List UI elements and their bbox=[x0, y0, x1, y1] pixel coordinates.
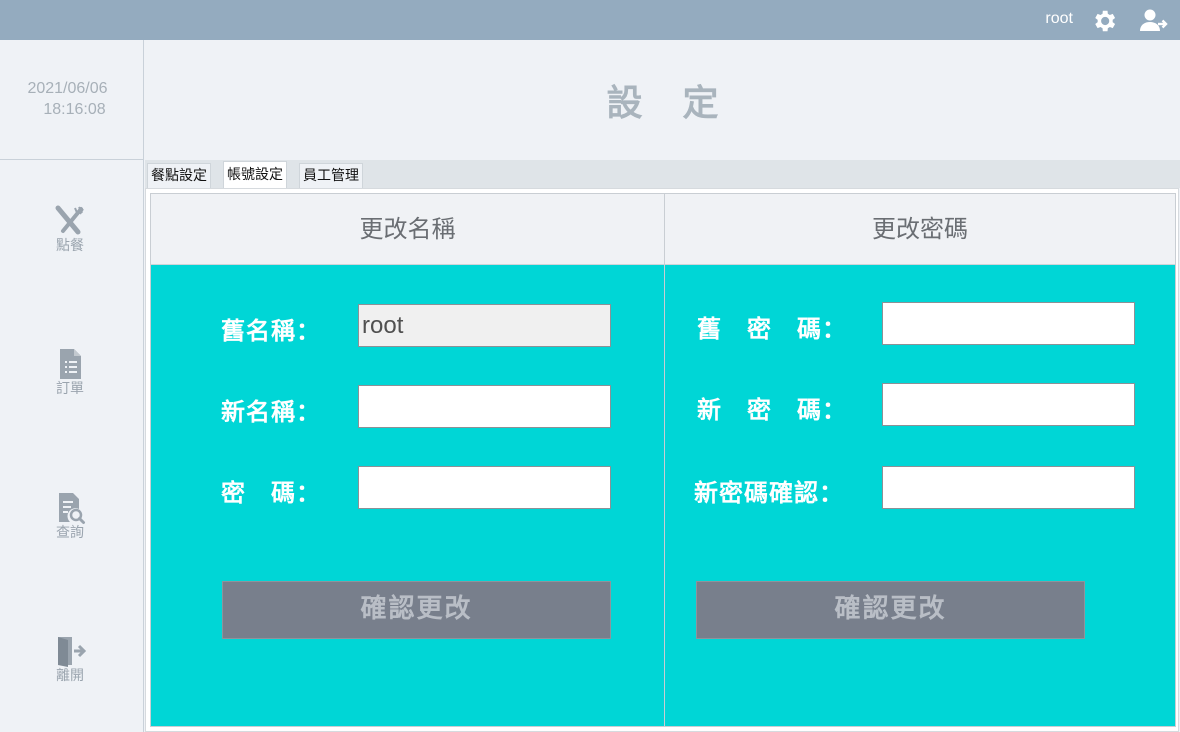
sidebar-item-exit[interactable]: 離開 bbox=[40, 634, 100, 694]
sidebar-item-label: 點餐 bbox=[56, 238, 84, 254]
change-password-heading: 更改密碼 bbox=[665, 194, 1175, 265]
tab-meal-settings[interactable]: 餐點設定 bbox=[147, 163, 211, 189]
change-password-form: 舊 密 碼： 新 密 碼： 新密碼確認： 確認更改 bbox=[665, 265, 1175, 726]
current-date: 2021/06/06 bbox=[27, 80, 108, 97]
confirm-password-button[interactable]: 確認更改 bbox=[696, 581, 1085, 639]
new-name-field[interactable] bbox=[358, 385, 611, 428]
current-time: 18:16:08 bbox=[43, 101, 106, 118]
sidebar: 點餐 訂單 查詢 離開 bbox=[0, 160, 144, 732]
confirm-rename-button[interactable]: 確認更改 bbox=[222, 581, 611, 639]
sidebar-item-label: 訂單 bbox=[56, 381, 84, 397]
change-password-section: 更改密碼 舊 密 碼： 新 密 碼： 新密碼確認： 確認更改 bbox=[664, 193, 1176, 727]
document-search-icon bbox=[59, 493, 85, 524]
username-label: root bbox=[1045, 10, 1073, 27]
new-password-field[interactable] bbox=[882, 383, 1135, 426]
user-logout-icon[interactable] bbox=[1139, 7, 1169, 35]
old-name-label: 舊名稱： bbox=[221, 317, 321, 345]
sidebar-item-label: 離開 bbox=[56, 668, 84, 684]
old-password-label: 舊 密 碼： bbox=[697, 315, 847, 343]
new-password-label: 新 密 碼： bbox=[697, 396, 847, 424]
rename-section: 更改名稱 舊名稱： 新名稱： 密 碼： 確認更改 bbox=[150, 193, 665, 727]
tab-staff-management[interactable]: 員工管理 bbox=[299, 163, 363, 189]
sidebar-item-order[interactable]: 點餐 bbox=[40, 204, 100, 264]
new-name-label: 新名稱： bbox=[221, 398, 321, 426]
sidebar-item-label: 查詢 bbox=[56, 525, 84, 541]
old-password-field[interactable] bbox=[882, 302, 1135, 345]
sidebar-item-orders[interactable]: 訂單 bbox=[40, 347, 100, 407]
clock-panel: 2021/06/06 18:16:08 bbox=[0, 40, 144, 160]
tab-bar: 餐點設定 帳號設定 員工管理 bbox=[145, 160, 1180, 189]
confirm-password-label: 新密碼確認： bbox=[694, 479, 844, 507]
rename-heading: 更改名稱 bbox=[151, 194, 664, 265]
password-field[interactable] bbox=[358, 466, 611, 509]
top-bar: root bbox=[0, 0, 1180, 40]
confirm-password-field[interactable] bbox=[882, 466, 1135, 509]
old-name-field bbox=[358, 304, 611, 347]
tab-account-settings[interactable]: 帳號設定 bbox=[223, 161, 287, 189]
document-list-icon bbox=[60, 349, 81, 379]
page-header: 設定 bbox=[145, 40, 1180, 160]
gear-icon[interactable] bbox=[1090, 7, 1118, 35]
utensils-icon bbox=[55, 205, 84, 235]
sidebar-item-query[interactable]: 查詢 bbox=[40, 491, 100, 551]
rename-form: 舊名稱： 新名稱： 密 碼： 確認更改 bbox=[151, 265, 664, 726]
exit-door-icon bbox=[58, 637, 87, 667]
password-label: 密 碼： bbox=[221, 479, 321, 507]
page-title: 設定 bbox=[606, 83, 759, 124]
account-settings-panel: 更改名稱 舊名稱： 新名稱： 密 碼： 確認更改 更改密碼 舊 密 碼： 新 密… bbox=[145, 188, 1179, 732]
